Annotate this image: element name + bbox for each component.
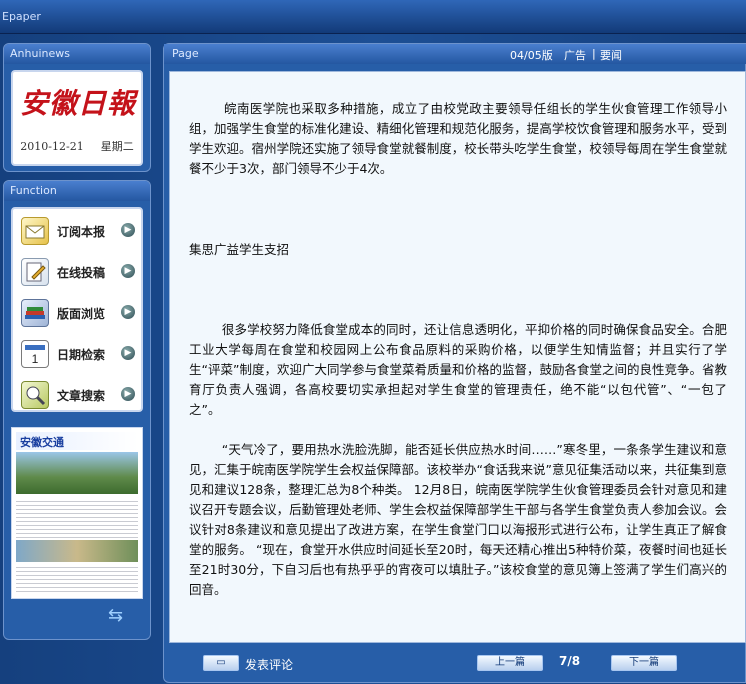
magnifier-icon [21,381,49,409]
envelope-icon [21,217,49,245]
function-panel: Function 订阅本报 ▶ 在线投稿 ▶ 版面浏览 ▶ 1 日期检索 ▶ 文… [3,180,151,640]
menu-item-date-search[interactable]: 1 日期检索 ▶ [13,334,141,374]
next-article-button[interactable]: 下一篇 [611,655,677,671]
article-paragraph: “天气冷了，要用热水洗脸洗脚，能否延长供应热水时间……”寒冬里，一条条学生建议和… [189,442,727,597]
section-separator: | [592,47,596,60]
article-paragraph: 皖南医学院也采取多种措施，成立了由校党政主要领导任组长的学生伙食管理工作领导小组… [189,101,727,176]
thumbnail-headline: 安徽交通 [20,436,64,449]
page-indicator: 7/8 [559,654,581,668]
comment-icon: ▭ [216,657,226,668]
arrow-right-icon[interactable]: ▶ [121,264,135,278]
arrow-right-icon[interactable]: ▶ [121,305,135,319]
thumbnail-masthead: 安徽交通 [16,432,138,450]
arrow-right-icon[interactable]: ▶ [121,223,135,237]
thumbnail-photo-strip [16,540,138,562]
issue-date: 2010-12-21 [20,140,84,153]
calendar-icon: 1 [21,340,49,368]
prev-article-button[interactable]: 上一篇 [477,655,543,671]
menu-item-browse[interactable]: 版面浏览 ▶ [13,293,141,333]
pencil-icon [21,258,49,286]
content-panel: Page 04/05版 广告 | 要闻 皖南医学院也采取多种措施，成立了由校党政… [163,43,746,683]
newspaper-logo: 安徽日報 [19,87,136,120]
menu-item-label: 订阅本报 [57,225,106,239]
menu-item-label: 在线投稿 [57,266,106,280]
brand-panel: Anhuinews 安徽日報 2010-12-21 星期二 [3,43,151,172]
menu-item-label: 日期检索 [57,348,106,362]
arrow-right-icon[interactable]: ▶ [121,346,135,360]
comment-icon-button[interactable]: ▭ [203,655,239,671]
svg-text:1: 1 [32,352,39,366]
comment-label[interactable]: 发表评论 [245,656,293,673]
title-bar: Epaper [0,0,746,34]
issue-weekday: 星期二 [100,140,134,153]
section-link-ad[interactable]: 广告 [564,47,586,63]
article-footer: ▭ 发表评论 上一篇 7/8 下一篇 [163,648,746,684]
thumbnail-photo [16,452,138,494]
brand-panel-title: Anhuinews [4,44,150,64]
page-thumbnail[interactable]: 安徽交通 [11,427,143,599]
menu-item-label: 文章搜索 [57,389,106,403]
menu-item-article-search[interactable]: 文章搜索 ▶ [13,375,141,415]
thumbnail-text-block [16,498,138,538]
article-subheading: 集思广益学生支招 [189,242,290,257]
books-icon [21,299,49,327]
thumbnail-text-block-bottom [16,564,138,594]
menu-item-subscribe[interactable]: 订阅本报 ▶ [13,211,141,251]
logo-box: 安徽日報 2010-12-21 星期二 [11,70,143,166]
content-panel-title: Page [172,47,199,60]
function-panel-title: Function [4,181,150,201]
refresh-icon[interactable]: ⇆ [108,605,123,626]
menu-item-label: 版面浏览 [57,307,106,321]
arrow-right-icon[interactable]: ▶ [121,387,135,401]
window-title: Epaper [2,10,41,23]
article-body: 皖南医学院也采取多种措施，成立了由校党政主要领导任组长的学生伙食管理工作领导小组… [169,71,746,643]
section-link-news[interactable]: 要闻 [600,47,622,63]
article-paragraph: 很多学校努力降低食堂成本的同时，还让信息透明化，平抑价格的同时确保食品安全。合肥… [189,322,727,417]
menu-item-submit[interactable]: 在线投稿 ▶ [13,252,141,292]
function-menu: 订阅本报 ▶ 在线投稿 ▶ 版面浏览 ▶ 1 日期检索 ▶ 文章搜索 ▶ [11,207,143,412]
edition-label: 04/05版 [510,49,553,62]
content-header: Page 04/05版 广告 | 要闻 [164,44,746,64]
issue-date-line: 2010-12-21 星期二 [13,138,141,154]
